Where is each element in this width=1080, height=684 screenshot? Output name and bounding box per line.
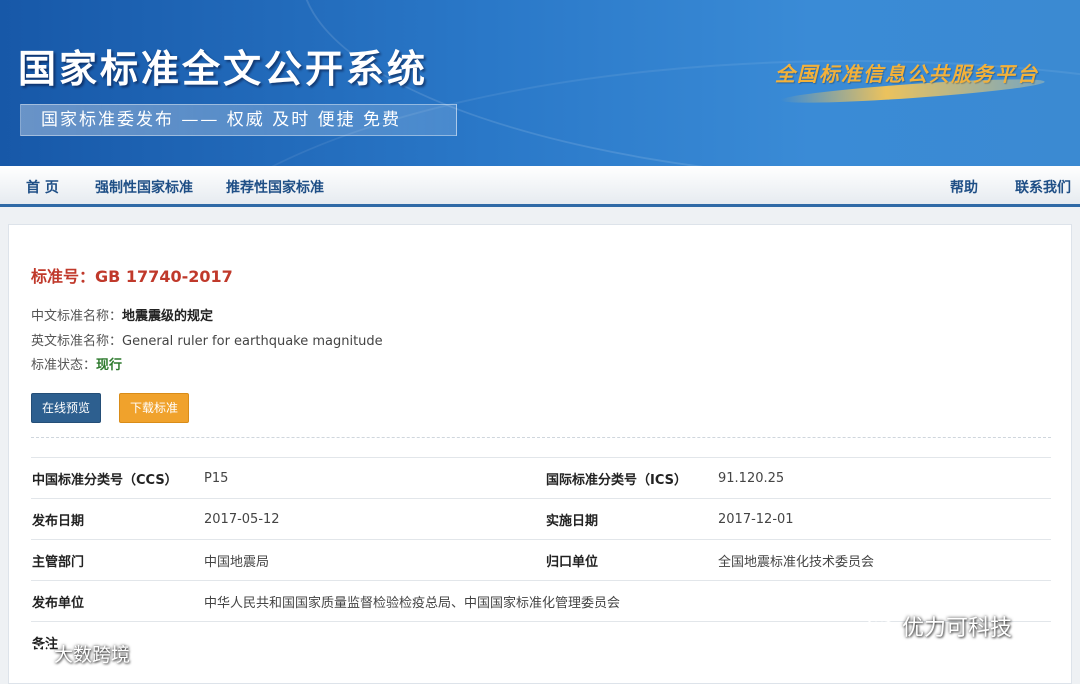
publish-date-value: 2017-05-12: [203, 498, 545, 540]
standard-number-label: 标准号：: [31, 267, 96, 286]
nav-mandatory-standards[interactable]: 强制性国家标准: [95, 177, 193, 197]
platform-logo-text: 全国标准信息公共服务平台: [775, 62, 1039, 86]
main-nav: 首 页 强制性国家标准 推荐性国家标准 帮助 联系我们: [0, 166, 1080, 207]
standard-number: 标准号：GB 17740-2017: [31, 263, 233, 287]
en-name-row: 英文标准名称：General ruler for earthquake magn…: [31, 330, 383, 349]
impl-date-value: 2017-12-01: [717, 498, 1051, 540]
publisher-label: 发布单位: [31, 580, 203, 622]
wechat-icon: [868, 614, 898, 644]
status-row: 标准状态：现行: [31, 354, 122, 373]
watermark-right-text: 优力可科技: [902, 616, 1013, 641]
dept-label: 主管部门: [31, 539, 203, 581]
site-slogan: 国家标准委发布 —— 权威 及时 便捷 免费: [20, 104, 457, 136]
impl-date-label: 实施日期: [545, 498, 717, 540]
ccs-label: 中国标准分类号（CCS）: [31, 457, 203, 499]
table-row: 主管部门 中国地震局 归口单位 全国地震标准化技术委员会: [31, 539, 1051, 581]
site-header: 国家标准全文公开系统 国家标准委发布 —— 权威 及时 便捷 免费 全国标准信息…: [0, 0, 1080, 166]
section-divider: [31, 437, 1051, 438]
cn-name-value: 地震震级的规定: [122, 309, 214, 324]
watermark-right: 优力可科技: [868, 610, 1012, 644]
en-name-label: 英文标准名称：: [31, 334, 123, 349]
download-standard-button[interactable]: 下载标准: [119, 393, 190, 423]
unit-value: 全国地震标准化技术委员会: [717, 539, 1051, 581]
weibo-icon: [10, 642, 50, 669]
watermark-left: 大数跨境: [10, 640, 130, 669]
ics-value: 91.120.25: [717, 457, 1051, 499]
table-row: 中国标准分类号（CCS） P15 国际标准分类号（ICS） 91.120.25: [31, 457, 1051, 499]
en-name-value: General ruler for earthquake magnitude: [122, 334, 383, 349]
nav-home[interactable]: 首 页: [26, 177, 59, 197]
status-value: 现行: [96, 358, 123, 373]
unit-label: 归口单位: [545, 539, 717, 581]
standard-number-value: GB 17740-2017: [95, 267, 233, 286]
publish-date-label: 发布日期: [31, 498, 203, 540]
nav-help[interactable]: 帮助: [950, 177, 978, 197]
nav-contact[interactable]: 联系我们: [1015, 177, 1071, 197]
online-preview-button[interactable]: 在线预览: [31, 393, 102, 423]
watermark-left-text: 大数跨境: [54, 644, 131, 666]
table-row: 发布日期 2017-05-12 实施日期 2017-12-01: [31, 498, 1051, 540]
cn-name-row: 中文标准名称：地震震级的规定: [31, 305, 213, 324]
status-label: 标准状态：: [31, 358, 97, 373]
nav-recommended-standards[interactable]: 推荐性国家标准: [226, 177, 324, 197]
dept-value: 中国地震局: [203, 539, 545, 581]
ics-label: 国际标准分类号（ICS）: [545, 457, 717, 499]
ccs-value: P15: [203, 457, 545, 499]
cn-name-label: 中文标准名称：: [31, 309, 123, 324]
site-title: 国家标准全文公开系统: [18, 47, 429, 91]
